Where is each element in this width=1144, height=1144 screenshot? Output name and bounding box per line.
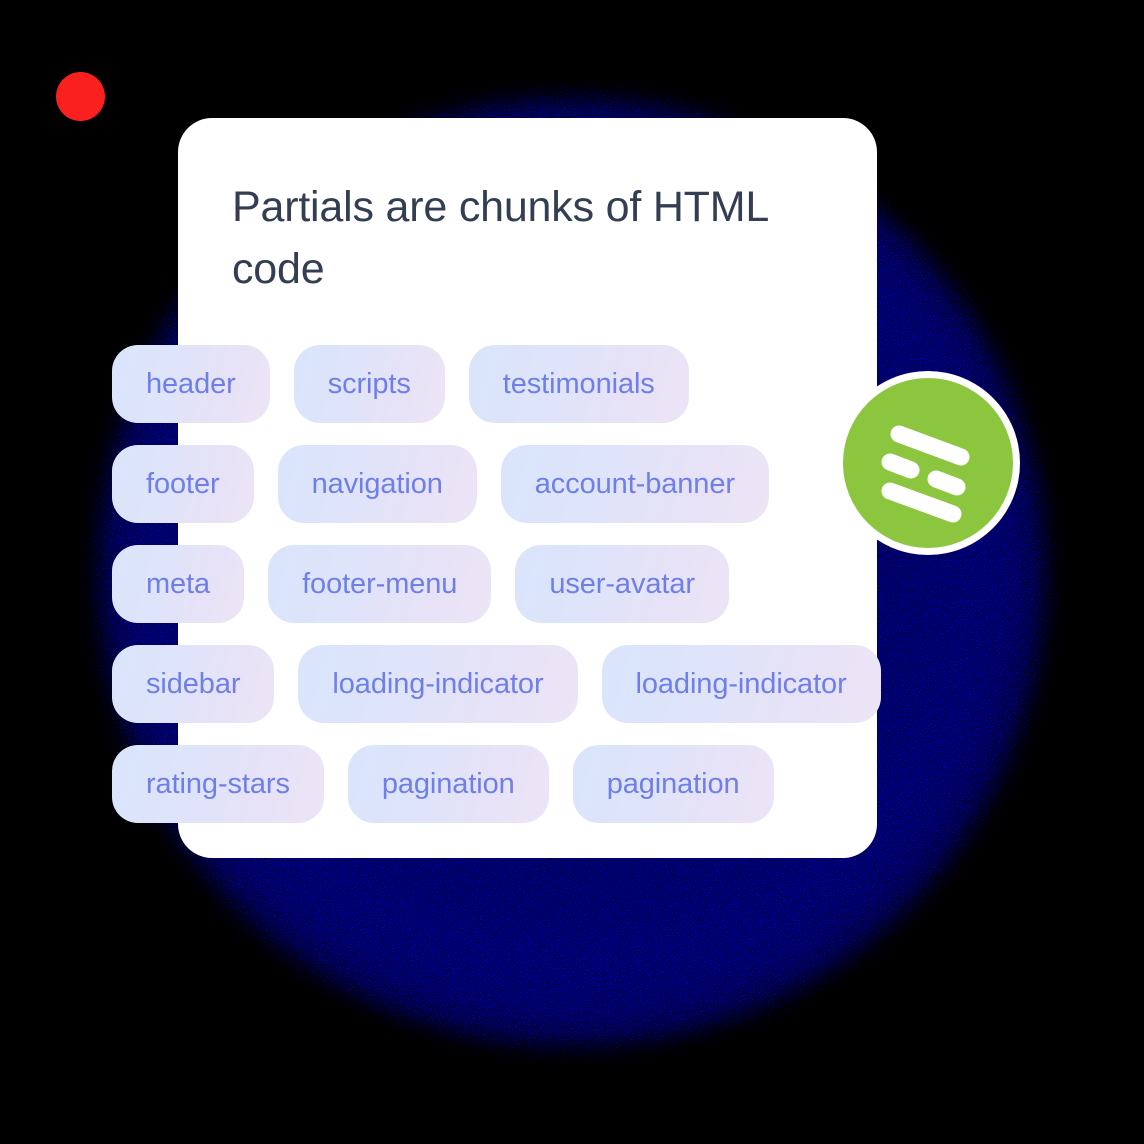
tag-chip[interactable]: header (112, 345, 270, 423)
tag-row: meta footer-menu user-avatar (112, 545, 1012, 623)
tag-chip[interactable]: footer-menu (268, 545, 492, 623)
tag-chip[interactable]: pagination (572, 745, 774, 823)
tag-chip[interactable]: account-banner (500, 445, 769, 523)
tag-chip[interactable]: rating-stars (112, 745, 324, 823)
tag-chip[interactable]: loading-indicator (601, 645, 881, 723)
slanted-bars-logo-icon (881, 425, 970, 523)
tag-chip[interactable]: sidebar (112, 645, 275, 723)
screenshot-stage: Partials are chunks of HTML code header … (0, 0, 1144, 1144)
tag-chip[interactable]: meta (112, 545, 245, 623)
red-dot-marker (56, 72, 105, 121)
tag-chip[interactable]: pagination (347, 745, 549, 823)
tag-row: rating-stars pagination pagination (112, 745, 1012, 823)
tag-chip[interactable]: scripts (293, 345, 445, 423)
green-circle-logo[interactable] (843, 378, 1013, 548)
tag-chip[interactable]: loading-indicator (298, 645, 578, 723)
tag-chip[interactable]: user-avatar (515, 545, 729, 623)
page-title: Partials are chunks of HTML code (232, 183, 768, 294)
tag-chip[interactable]: footer (112, 445, 254, 523)
tag-chip[interactable]: navigation (277, 445, 477, 523)
tag-row: sidebar loading-indicator loading-indica… (112, 645, 1012, 723)
tag-chip[interactable]: testimonials (468, 345, 689, 423)
